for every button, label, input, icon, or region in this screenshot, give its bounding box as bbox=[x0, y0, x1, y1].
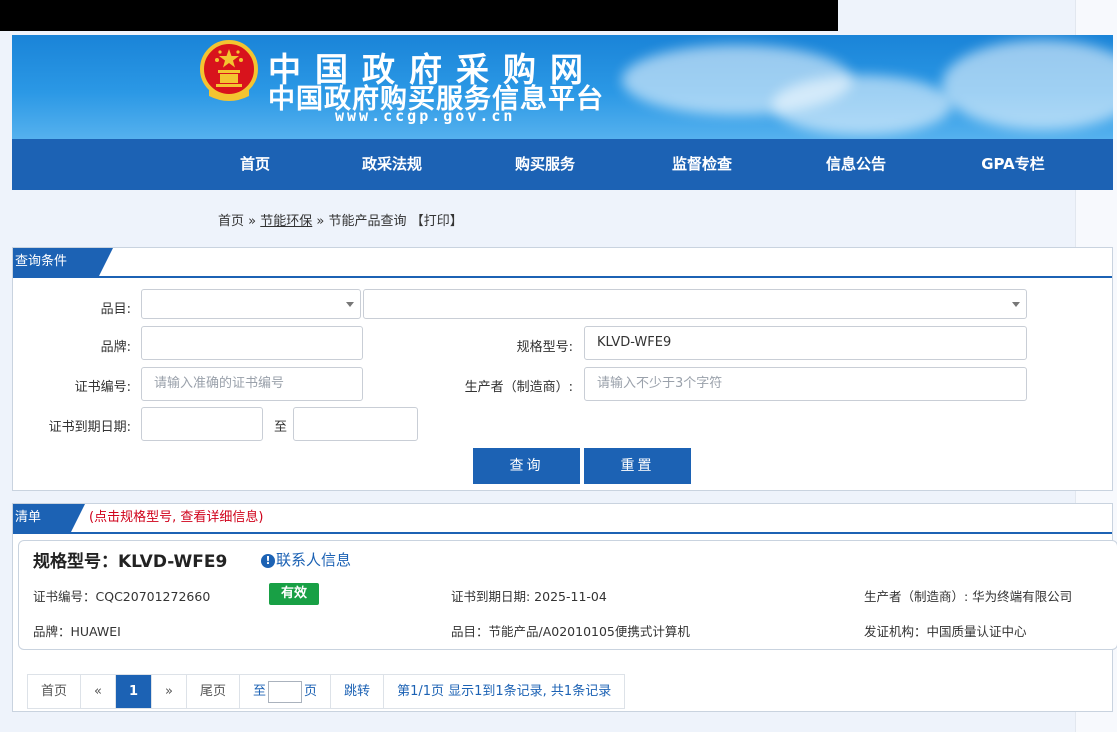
cert-input[interactable]: 请输入准确的证书编号 bbox=[141, 367, 363, 401]
pager-goto: 至页 bbox=[240, 675, 332, 708]
model-label: 规格型号: bbox=[516, 340, 573, 355]
pager-next[interactable]: » bbox=[152, 675, 187, 708]
pager-prev[interactable]: « bbox=[81, 675, 116, 708]
result-category: 品目：节能产品/A02010105便携式计算机 bbox=[451, 624, 690, 639]
pagination: 首页 « 1 » 尾页 至页 跳转 第1/1页 显示1到1条记录, 共1条记录 bbox=[27, 674, 626, 709]
maker-label: 生产者（制造商）: bbox=[464, 380, 573, 395]
search-button[interactable]: 查询 bbox=[473, 448, 580, 484]
results-tab: 清单 bbox=[13, 504, 85, 532]
pager-to-label: 至 bbox=[253, 684, 267, 699]
cert-label: 证书编号: bbox=[74, 380, 131, 395]
nav-gpa[interactable]: GPA专栏 bbox=[981, 139, 1045, 190]
query-tab: 查询条件 bbox=[13, 248, 113, 276]
result-maker: 生产者（制造商）: 华为终端有限公司 bbox=[864, 589, 1073, 604]
brand-label: 品牌: bbox=[100, 340, 131, 355]
breadcrumb: 首页 » 节能环保 » 节能产品查询 【打印】 bbox=[218, 210, 463, 229]
pager-page-input[interactable] bbox=[268, 680, 303, 703]
result-card: 规格型号：KLVD-WFE9 ! 联系人信息 证书编号：CQC2070127266… bbox=[18, 540, 1117, 650]
category-select-primary[interactable] bbox=[141, 289, 361, 319]
nav-regulations[interactable]: 政采法规 bbox=[362, 139, 422, 190]
expiry-label: 证书到期日期: bbox=[48, 420, 131, 435]
query-tab-row: 查询条件 bbox=[13, 248, 1112, 278]
category-select-secondary[interactable] bbox=[363, 289, 1027, 319]
breadcrumb-home[interactable]: 首页 bbox=[218, 214, 244, 229]
pager-first[interactable]: 首页 bbox=[28, 675, 82, 708]
pager-summary: 第1/1页 显示1到1条记录, 共1条记录 bbox=[397, 684, 612, 699]
results-tab-row: 清单 (点击规格型号, 查看详细信息) bbox=[13, 504, 1112, 534]
category-label: 品目: bbox=[100, 302, 131, 317]
breadcrumb-current: 节能产品查询 bbox=[328, 214, 407, 229]
contact-info-label: 联系人信息 bbox=[276, 551, 352, 569]
nav-supervision[interactable]: 监督检查 bbox=[672, 139, 732, 190]
nav-announcements[interactable]: 信息公告 bbox=[826, 139, 886, 190]
brand-input[interactable] bbox=[141, 326, 363, 360]
nav-home[interactable]: 首页 bbox=[240, 139, 270, 190]
cloud-decoration bbox=[942, 40, 1113, 130]
query-panel: 查询条件 品目: 品牌: 规格型号: KLVD-WFE9 证书编号: 请输入准确… bbox=[12, 247, 1113, 491]
info-icon: ! bbox=[261, 554, 275, 568]
breadcrumb-section[interactable]: 节能环保 bbox=[260, 214, 312, 229]
to-label: 至 bbox=[273, 420, 287, 435]
pager-current-page[interactable]: 1 bbox=[115, 675, 153, 708]
national-emblem-icon bbox=[200, 40, 258, 101]
nav-purchase-services[interactable]: 购买服务 bbox=[515, 139, 575, 190]
pager-page-label: 页 bbox=[304, 684, 318, 699]
expiry-to-input[interactable] bbox=[293, 407, 418, 441]
chevron-down-icon bbox=[1012, 302, 1020, 307]
breadcrumb-separator: » bbox=[316, 214, 325, 229]
model-input[interactable]: KLVD-WFE9 bbox=[584, 326, 1027, 360]
status-badge: 有效 bbox=[269, 583, 319, 605]
cloud-decoration bbox=[772, 75, 952, 135]
result-issuer: 发证机构：中国质量认证中心 bbox=[864, 624, 1027, 639]
result-model-link[interactable]: 规格型号：KLVD-WFE9 bbox=[33, 547, 227, 572]
contact-info-link[interactable]: ! 联系人信息 bbox=[261, 549, 351, 570]
print-link[interactable]: 【打印】 bbox=[411, 214, 463, 229]
main-nav: 首页 政采法规 购买服务 监督检查 信息公告 GPA专栏 bbox=[12, 139, 1113, 190]
result-cert: 证书编号：CQC20701272660 bbox=[33, 589, 211, 604]
top-black-bar bbox=[0, 0, 838, 31]
results-hint: (点击规格型号, 查看详细信息) bbox=[89, 510, 264, 525]
chevron-down-icon bbox=[346, 302, 354, 307]
reset-button[interactable]: 重置 bbox=[584, 448, 691, 484]
breadcrumb-separator: » bbox=[248, 214, 257, 229]
logo-url: www.ccgp.gov.cn bbox=[335, 107, 516, 125]
pager-last[interactable]: 尾页 bbox=[187, 675, 241, 708]
site-banner: 中国政府采购网 中国政府购买服务信息平台 www.ccgp.gov.cn bbox=[12, 35, 1113, 139]
results-panel: 清单 (点击规格型号, 查看详细信息) 规格型号：KLVD-WFE9 ! 联系人信… bbox=[12, 503, 1117, 712]
result-brand: 品牌：HUAWEI bbox=[33, 624, 121, 639]
maker-input[interactable]: 请输入不少于3个字符 bbox=[584, 367, 1027, 401]
expiry-from-input[interactable] bbox=[141, 407, 263, 441]
pager-jump-button[interactable]: 跳转 bbox=[331, 675, 385, 708]
result-expiry: 证书到期日期: 2025-11-04 bbox=[451, 589, 607, 604]
